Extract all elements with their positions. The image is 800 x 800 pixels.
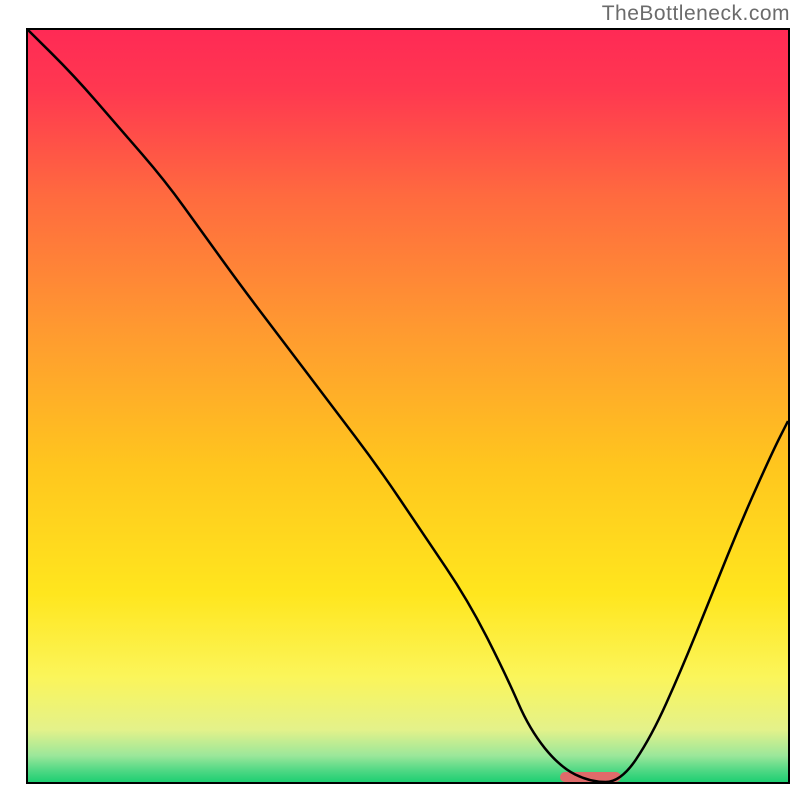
watermark-text: TheBottleneck.com — [602, 2, 790, 26]
bottleneck-curve — [28, 30, 788, 782]
chart-plot-area — [26, 28, 790, 784]
bottleneck-curve-path — [28, 30, 788, 782]
